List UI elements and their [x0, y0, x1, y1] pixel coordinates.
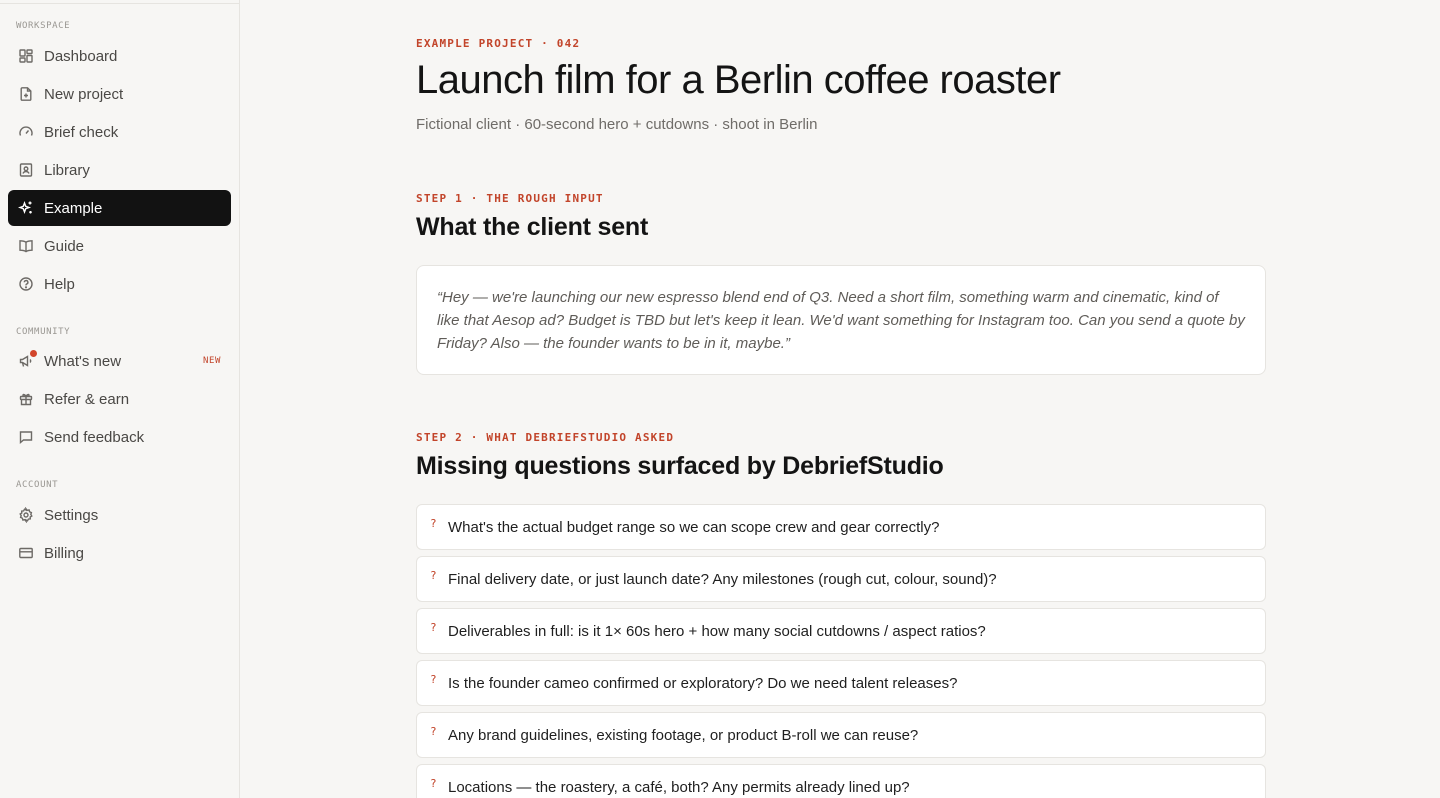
page-subtitle: Fictional client · 60-second hero + cutd… — [416, 116, 818, 133]
question-text: Locations — the roastery, a café, both? … — [448, 778, 910, 796]
dashboard-icon — [18, 48, 34, 64]
account-nav: Settings Billing — [8, 497, 231, 573]
question-item: ? Any brand guidelines, existing footage… — [416, 712, 1266, 758]
sidebar-item-label: Library — [44, 161, 90, 179]
community-nav: What's new NEW Refer & earn Send feedbac… — [8, 343, 231, 457]
sidebar-item-label: Settings — [44, 506, 99, 524]
sidebar-item-settings[interactable]: Settings — [8, 497, 231, 533]
sidebar-item-label: Refer & earn — [44, 390, 130, 408]
credit-card-icon — [18, 545, 34, 561]
library-icon — [18, 162, 34, 178]
sidebar-item-label: Example — [44, 199, 103, 217]
client-quote-text: “Hey — we're launching our new espresso … — [437, 289, 1245, 352]
question-text: Final delivery date, or just launch date… — [448, 570, 997, 588]
step2-eyebrow: STEP 2 · WHAT DEBRIEFSTUDIO ASKED — [416, 431, 675, 444]
step1-title: What the client sent — [416, 213, 649, 241]
message-square-icon — [18, 429, 34, 445]
sidebar-item-label: Send feedback — [44, 428, 145, 446]
new-badge: NEW — [202, 356, 221, 366]
question-item: ? Deliverables in full: is it 1× 60s her… — [416, 608, 1266, 654]
sidebar-item-help[interactable]: Help — [8, 266, 231, 302]
sidebar-item-label: Brief check — [44, 123, 119, 141]
question-mark-icon: ? — [430, 673, 437, 686]
sidebar-item-label: Guide — [44, 237, 85, 255]
question-mark-icon: ? — [430, 777, 437, 790]
megaphone-icon — [18, 350, 37, 369]
sidebar-item-label: New project — [44, 85, 124, 103]
sidebar-divider — [0, 3, 239, 4]
question-mark-icon: ? — [430, 517, 437, 530]
section-label-community: COMMUNITY — [16, 327, 71, 337]
sidebar-item-refer[interactable]: Refer & earn — [8, 381, 231, 417]
file-plus-icon — [18, 86, 34, 102]
gift-icon — [18, 391, 34, 407]
question-item: ? Final delivery date, or just launch da… — [416, 556, 1266, 602]
question-mark-icon: ? — [430, 725, 437, 738]
question-mark-icon: ? — [430, 621, 437, 634]
workspace-nav: Dashboard New project Brief check Librar… — [8, 38, 231, 304]
app-root: WORKSPACE Dashboard New project Brief ch… — [0, 0, 1440, 798]
sidebar-item-label: Dashboard — [44, 47, 118, 65]
section-label-workspace: WORKSPACE — [16, 21, 71, 31]
question-item: ? Locations — the roastery, a café, both… — [416, 764, 1266, 798]
step2-title: Missing questions surfaced by DebriefStu… — [416, 452, 944, 480]
notification-dot — [30, 350, 37, 357]
sidebar-item-label: Help — [44, 275, 75, 293]
sidebar-item-guide[interactable]: Guide — [8, 228, 231, 264]
project-eyebrow: EXAMPLE PROJECT · 042 — [416, 37, 581, 50]
gauge-icon — [18, 124, 34, 140]
question-text: Deliverables in full: is it 1× 60s hero … — [448, 622, 986, 640]
sidebar-item-feedback[interactable]: Send feedback — [8, 419, 231, 455]
question-item: ? Is the founder cameo confirmed or expl… — [416, 660, 1266, 706]
sidebar-item-label: What's new — [44, 352, 122, 370]
step1-eyebrow: STEP 1 · THE ROUGH INPUT — [416, 192, 604, 205]
sparkles-icon — [18, 200, 34, 216]
page-title: Launch film for a Berlin coffee roaster — [416, 58, 1061, 102]
sidebar-item-label: Billing — [44, 544, 85, 562]
question-text: What's the actual budget range so we can… — [448, 518, 940, 536]
sidebar-item-brief-check[interactable]: Brief check — [8, 114, 231, 150]
sidebar: WORKSPACE Dashboard New project Brief ch… — [0, 0, 240, 798]
question-text: Any brand guidelines, existing footage, … — [448, 726, 919, 744]
sidebar-item-library[interactable]: Library — [8, 152, 231, 188]
sidebar-item-new-project[interactable]: New project — [8, 76, 231, 112]
sidebar-item-whats-new[interactable]: What's new NEW — [8, 343, 231, 379]
gear-icon — [18, 507, 34, 523]
question-mark-icon: ? — [430, 569, 437, 582]
main-content: EXAMPLE PROJECT · 042 Launch film for a … — [240, 0, 1440, 798]
sidebar-item-dashboard[interactable]: Dashboard — [8, 38, 231, 74]
book-open-icon — [18, 238, 34, 254]
section-label-account: ACCOUNT — [16, 480, 59, 490]
question-text: Is the founder cameo confirmed or explor… — [448, 674, 958, 692]
question-item: ? What's the actual budget range so we c… — [416, 504, 1266, 550]
client-quote-card: “Hey — we're launching our new espresso … — [416, 265, 1266, 375]
sidebar-item-example[interactable]: Example — [8, 190, 231, 226]
help-circle-icon — [18, 276, 34, 292]
sidebar-item-billing[interactable]: Billing — [8, 535, 231, 571]
